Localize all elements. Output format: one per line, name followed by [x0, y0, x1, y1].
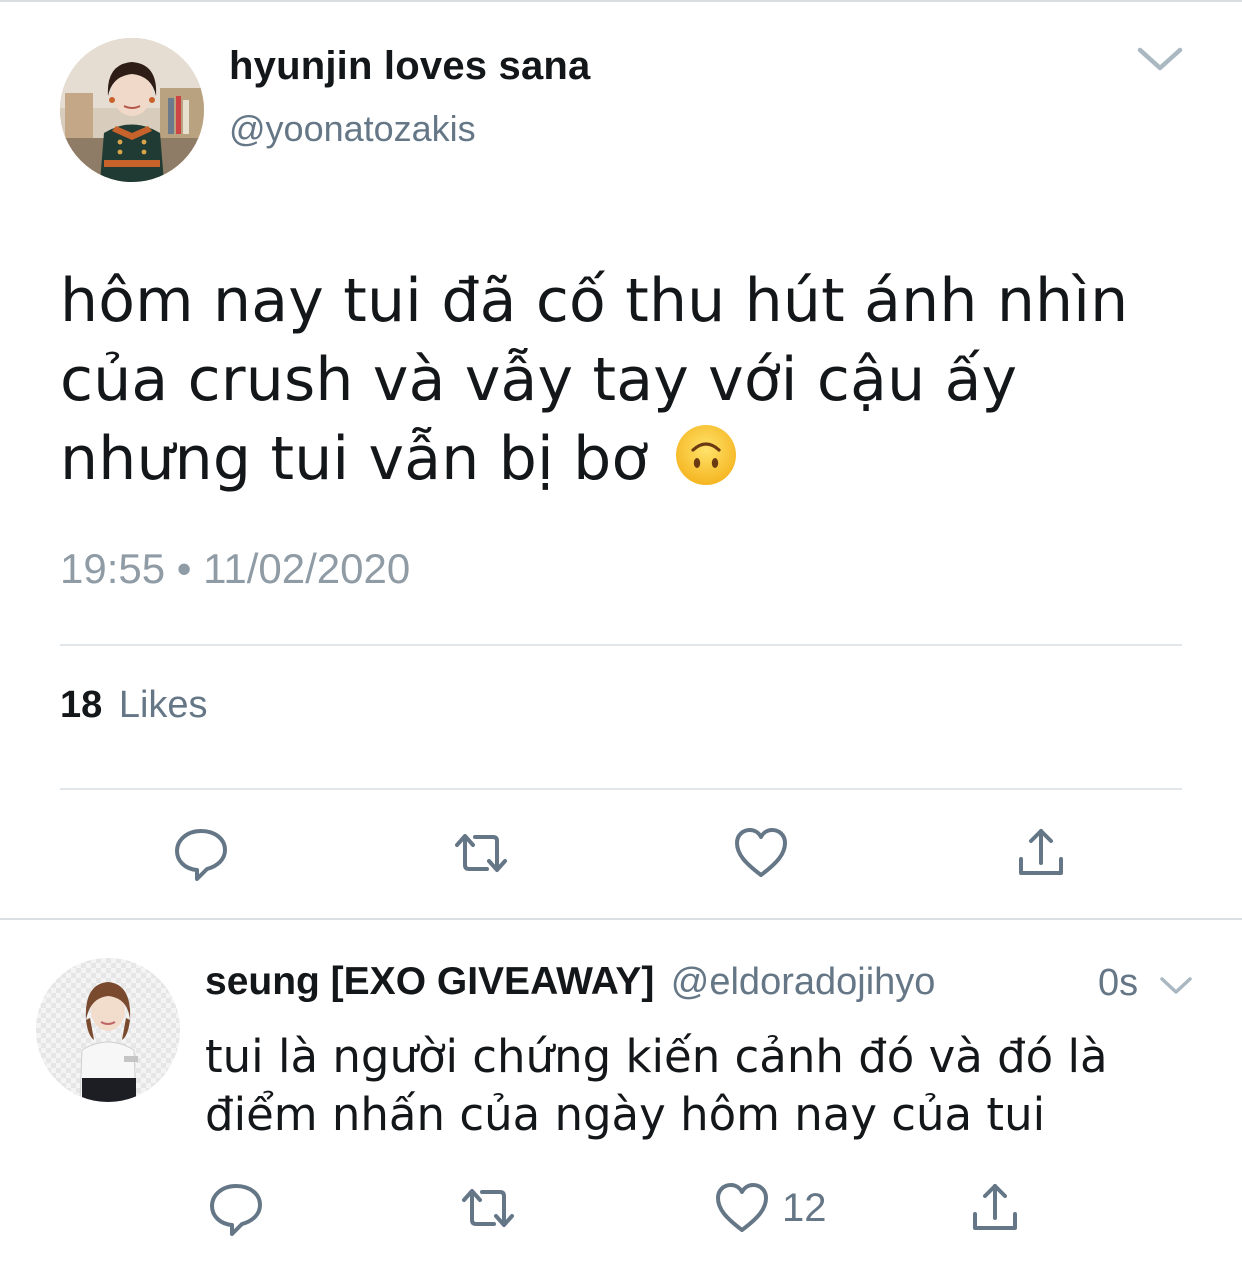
divider	[60, 788, 1182, 790]
section-divider	[0, 918, 1242, 920]
chevron-down-icon[interactable]	[1158, 970, 1194, 1000]
retweet-icon[interactable]	[458, 1178, 518, 1238]
top-divider	[0, 0, 1242, 2]
divider	[60, 644, 1182, 646]
reply-icon[interactable]	[206, 1178, 266, 1238]
retweet-icon[interactable]	[451, 823, 511, 883]
share-icon[interactable]	[1011, 823, 1071, 883]
avatar[interactable]	[60, 38, 204, 182]
share-icon[interactable]	[965, 1178, 1025, 1238]
avatar-photo	[60, 38, 204, 182]
reply-icon[interactable]	[171, 823, 231, 883]
likes-summary[interactable]: 18 Likes	[60, 684, 208, 727]
like-icon[interactable]	[712, 1178, 772, 1238]
user-handle[interactable]: @yoonatozakis	[229, 108, 476, 150]
reply-avatar-photo	[36, 958, 180, 1102]
upside-down-face-emoji	[675, 425, 736, 485]
likes-count: 18	[60, 684, 103, 726]
chevron-down-icon[interactable]	[1135, 38, 1185, 78]
display-name[interactable]: hyunjin loves sana	[229, 44, 591, 89]
reply-user-handle[interactable]: @eldoradojihyo	[671, 961, 936, 1003]
tweet-timestamp: 19:55 • 11/02/2020	[60, 545, 411, 592]
reply-display-name[interactable]: seung [EXO GIVEAWAY]	[205, 960, 654, 1003]
tweet-text: hôm nay tui đã cố thu hút ánh nhìn của c…	[60, 262, 1180, 499]
tweet-text-body: hôm nay tui đã cố thu hút ánh nhìn của c…	[60, 266, 1129, 494]
reply-avatar[interactable]	[36, 958, 180, 1102]
reply-header: seung [EXO GIVEAWAY] @eldoradojihyo	[205, 960, 1205, 1010]
like-icon[interactable]	[731, 823, 791, 883]
likes-label: Likes	[118, 684, 208, 726]
reply-text: tui là người chứng kiến cảnh đó và đó là…	[205, 1030, 1108, 1141]
reply-time: 0s	[1098, 962, 1139, 1004]
reply-like-count: 12	[782, 1186, 827, 1230]
